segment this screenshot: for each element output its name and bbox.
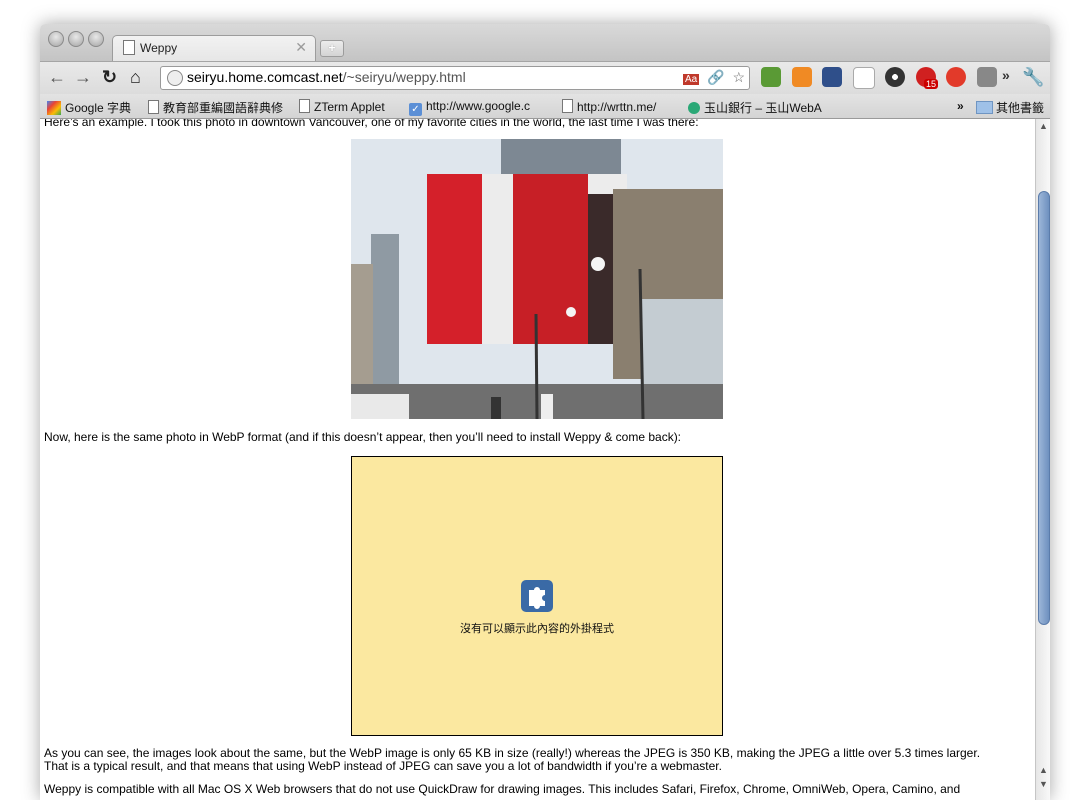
- globe-icon: [167, 70, 183, 86]
- title-bar: Weppy ✕ +: [40, 24, 1050, 62]
- zoom-window-button[interactable]: [88, 31, 104, 47]
- bank-icon: [688, 102, 700, 114]
- other-bookmarks-folder[interactable]: 其他書籤: [976, 99, 1044, 116]
- bookmark-star-icon[interactable]: ☆: [732, 69, 745, 85]
- bookmark-item[interactable]: http://wrttn.me/: [562, 99, 656, 114]
- bookmark-item[interactable]: ✓ http://www.google.c: [409, 99, 530, 116]
- home-icon[interactable]: ⌂: [130, 67, 141, 88]
- address-bar[interactable]: seiryu.home.comcast.net/~seiryu/weppy.ht…: [160, 66, 750, 90]
- toolbar: ← → ↻ ⌂ seiryu.home.comcast.net/~seiryu/…: [40, 61, 1050, 94]
- photo-drawing: [351, 139, 723, 419]
- color-wheel-icon[interactable]: [885, 67, 905, 87]
- browser-window: Weppy ✕ + ← → ↻ ⌂ seiryu.home.comcast.ne…: [40, 24, 1050, 800]
- checkbox-icon: ✓: [409, 103, 422, 116]
- scroll-down-icon[interactable]: ▼: [1039, 779, 1048, 789]
- page-icon: [148, 100, 159, 114]
- blogger-icon[interactable]: [792, 67, 812, 87]
- url-text[interactable]: seiryu.home.comcast.net/~seiryu/weppy.ht…: [187, 69, 466, 85]
- page-icon: [562, 99, 573, 113]
- puzzle-piece-icon: [521, 580, 553, 612]
- new-tab-button[interactable]: +: [320, 40, 344, 57]
- share-arrow-icon[interactable]: [822, 67, 842, 87]
- evernote-icon[interactable]: [761, 67, 781, 87]
- tomato-icon[interactable]: [946, 67, 966, 87]
- wrench-icon[interactable]: 🔧: [1022, 67, 1044, 88]
- vertical-scrollbar[interactable]: ▲ ▲ ▼: [1035, 119, 1050, 800]
- webp-intro-text: Now, here is the same photo in WebP form…: [44, 430, 682, 444]
- paragraph-compatibility: Weppy is compatible with all Mac OS X We…: [44, 782, 961, 796]
- scroll-up-icon[interactable]: ▲: [1039, 121, 1048, 131]
- forward-icon[interactable]: →: [74, 67, 92, 88]
- paragraph-size-comparison: As you can see, the images look about th…: [44, 746, 981, 773]
- page-icon: [299, 99, 310, 113]
- page-icon: [123, 40, 135, 55]
- close-window-button[interactable]: [48, 31, 64, 47]
- google-icon: [47, 101, 61, 115]
- bookmark-item[interactable]: 玉山銀行 – 玉山WebA: [688, 99, 822, 116]
- extensions-overflow-icon[interactable]: »: [1002, 67, 1010, 83]
- link-icon[interactable]: 🔗: [707, 69, 724, 85]
- bookmark-item[interactable]: Google 字典: [47, 99, 131, 116]
- plugin-message: 沒有可以顯示此內容的外掛程式: [460, 623, 614, 635]
- minimize-window-button[interactable]: [68, 31, 84, 47]
- dictionary-icon[interactable]: Aa: [682, 74, 700, 85]
- scrollbar-thumb[interactable]: [1038, 191, 1050, 625]
- tab-close-icon[interactable]: ✕: [295, 39, 307, 56]
- missing-plugin-placeholder[interactable]: 沒有可以顯示此內容的外掛程式: [351, 456, 723, 736]
- bookmarks-bar: Google 字典 教育部重編國語辭典修 ZTerm Applet ✓ http:…: [40, 94, 1050, 119]
- reload-icon[interactable]: ↻: [102, 67, 117, 88]
- scroll-up-icon[interactable]: ▲: [1039, 765, 1048, 775]
- page-content: Here’s an example. I took this photo in …: [40, 119, 1035, 800]
- vancouver-photo: [351, 139, 723, 419]
- intro-text: Here’s an example. I took this photo in …: [44, 119, 699, 129]
- bookmark-item[interactable]: ZTerm Applet: [299, 99, 385, 114]
- calendar-icon[interactable]: [853, 67, 875, 89]
- puzzle-extension-icon[interactable]: [977, 67, 997, 87]
- tab-weppy[interactable]: Weppy ✕: [112, 35, 316, 62]
- back-icon[interactable]: ←: [48, 67, 66, 88]
- tab-title: Weppy: [140, 41, 178, 55]
- bookmark-item[interactable]: 教育部重編國語辭典修: [148, 99, 283, 116]
- folder-icon: [976, 101, 993, 114]
- notification-icon[interactable]: 15: [916, 67, 938, 89]
- bookmarks-overflow-icon[interactable]: »: [957, 99, 964, 113]
